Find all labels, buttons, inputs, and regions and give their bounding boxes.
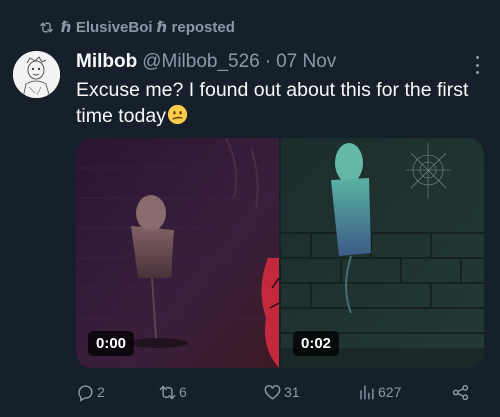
tweet-date[interactable]: 07 Nov [276, 51, 336, 73]
repost-icon [40, 22, 53, 32]
repost-indicator[interactable]: ℏ ElusiveBoi ℏ reposted [38, 16, 235, 38]
heart-icon [264, 384, 281, 400]
repost-count: 6 [179, 384, 187, 400]
video-player-2[interactable]: 0:02 [281, 138, 484, 368]
confused-face-emoji [167, 104, 188, 125]
views-button[interactable]: 627 [357, 380, 401, 404]
video-duration-1: 0:00 [88, 331, 135, 356]
action-bar: 2 6 31 627 [76, 380, 476, 404]
share-icon [452, 384, 469, 400]
user-handle[interactable]: @Milbob_526 [142, 51, 260, 73]
reply-icon [78, 384, 93, 402]
tweet-body: Excuse me? I found out about this for th… [76, 79, 469, 127]
reply-count: 2 [97, 384, 105, 400]
repost-icon [159, 385, 176, 399]
share-button[interactable] [451, 380, 470, 404]
media-grid: 0:00 0:02 [76, 138, 484, 368]
tweet-header: Milbob @Milbob_526 · 07 Nov [76, 51, 480, 73]
tweet-text: Excuse me? I found out about this for th… [76, 77, 486, 129]
avatar[interactable] [13, 51, 60, 98]
display-name[interactable]: Milbob [76, 51, 137, 73]
like-count: 31 [284, 384, 300, 400]
repost-text[interactable]: ℏ ElusiveBoi ℏ reposted [61, 18, 235, 36]
view-count: 627 [378, 384, 402, 400]
separator-dot: · [264, 51, 272, 72]
avatar-image [13, 51, 60, 98]
video-player-1[interactable]: 0:00 [76, 138, 279, 368]
like-button[interactable]: 31 [263, 380, 300, 404]
video-duration-2: 0:02 [293, 331, 340, 356]
reply-button[interactable]: 2 [76, 380, 105, 404]
views-icon [360, 384, 374, 400]
repost-button[interactable]: 6 [158, 380, 187, 404]
more-options-icon[interactable] [470, 56, 484, 74]
